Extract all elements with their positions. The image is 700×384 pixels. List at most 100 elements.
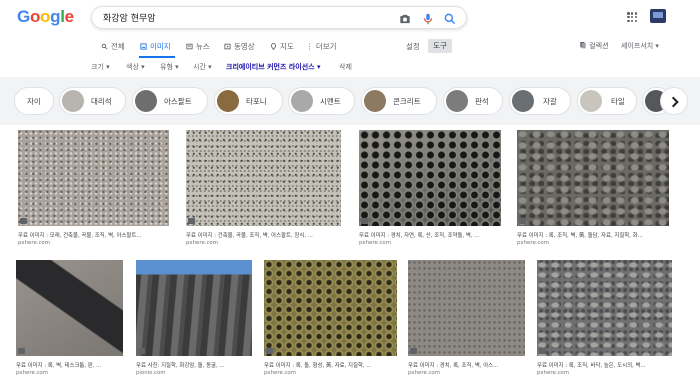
result-source[interactable]: pionio.com (136, 370, 166, 376)
result-source[interactable]: pxhere.com (537, 370, 569, 376)
chip-label: 판석 (475, 97, 489, 106)
tool-color[interactable]: 색상 ▾ (126, 62, 145, 72)
camera-icon[interactable] (398, 11, 412, 25)
result-title[interactable]: 무료 이미지 : 록, 조직, 바닥, 늪은, 도시의, 벽... (537, 361, 672, 369)
result-title[interactable]: 무료 이미지 : 록, 돌, 형성, 黃, 자료, 지질학, ... (264, 361, 397, 369)
result-thumbnail[interactable] (264, 260, 397, 356)
image-badge-icon (20, 218, 27, 224)
chip-item[interactable]: 시멘트 (288, 87, 355, 115)
result-thumbnail[interactable] (18, 130, 169, 226)
settings-button[interactable]: 설정 (406, 41, 420, 52)
google-logo[interactable]: Google (17, 7, 74, 27)
chip-thumbnail (291, 90, 313, 112)
image-badge-icon (266, 348, 273, 354)
search-icon[interactable] (443, 11, 457, 25)
logo-letter: o (40, 7, 51, 26)
result-thumbnail[interactable] (537, 260, 672, 356)
tab-more[interactable]: ⋮ 더보기 (306, 41, 337, 52)
result-source[interactable]: pxhere.com (359, 240, 391, 246)
image-badge-icon (138, 348, 145, 354)
result-thumbnail[interactable] (186, 130, 341, 226)
chips-next-button[interactable] (660, 87, 688, 115)
tab-maps[interactable]: 지도 (270, 41, 294, 52)
search-icon (101, 43, 108, 50)
result-source[interactable]: pxhere.com (517, 240, 549, 246)
image-result[interactable]: 무료 사진: 지질학, 화강암, 돌, 동굴, ... pionio.com (136, 260, 252, 378)
search-box[interactable]: 화강암 현무암 (91, 6, 467, 29)
tab-videos[interactable]: 동영상 (224, 41, 255, 52)
result-source[interactable]: pxhere.com (186, 240, 218, 246)
chip-thumbnail (364, 90, 386, 112)
image-icon (140, 43, 147, 50)
account-avatar-icon[interactable] (650, 9, 666, 23)
tab-maps-label: 지도 (280, 42, 294, 51)
chevron-right-icon (671, 96, 679, 108)
news-icon (186, 43, 193, 50)
chip-label: 대리석 (91, 97, 112, 106)
logo-letter: G (17, 7, 30, 26)
result-title[interactable]: 무료 이미지 : 록, 벽, 테스크톱, 판, ... (16, 361, 123, 369)
image-result[interactable]: 무료 이미지 : 경치, 록, 조직, 벽, 아스... pxhere.com (408, 260, 525, 378)
chip-item[interactable]: 자갈 (509, 87, 571, 115)
tool-size[interactable]: 크기 ▾ (91, 62, 110, 72)
tool-clear[interactable]: 삭제 (339, 62, 352, 72)
chip-item[interactable]: 타포니 (214, 87, 283, 115)
result-source[interactable]: pxhere.com (264, 370, 296, 376)
result-source[interactable]: pxhere.com (408, 370, 440, 376)
chip-thumbnail (62, 90, 84, 112)
image-result[interactable]: 무료 이미지 : 경치, 자연, 록, 산, 조직, 조약돌, 벽, ... p… (359, 130, 501, 248)
tools-bar: 크기 ▾ 색상 ▾ 유형 ▾ 시간 ▾ 크리에이티브 커먼즈 라이선스 ▾ 삭제 (0, 58, 700, 76)
tool-license[interactable]: 크리에이티브 커먼즈 라이선스 ▾ (226, 62, 321, 72)
image-result[interactable]: 무료 이미지 : 록, 조직, 벽, 黃, 돌담, 자료, 지질학, 화... … (517, 130, 669, 248)
tools-button[interactable]: 도구 (428, 39, 452, 53)
chip-item[interactable]: 아스팔트 (132, 87, 208, 115)
result-source[interactable]: pxhere.com (18, 240, 50, 246)
tab-images-label: 이미지 (150, 42, 171, 51)
image-badge-icon (188, 218, 195, 224)
chip-item[interactable]: 타일 (577, 87, 637, 115)
chip-item[interactable]: 판석 (443, 87, 503, 115)
video-icon (224, 43, 231, 50)
result-title[interactable]: 무료 이미지 : 경치, 록, 조직, 벽, 아스... (408, 361, 525, 369)
result-thumbnail[interactable] (517, 130, 669, 226)
logo-letter: e (64, 7, 74, 26)
image-result[interactable]: 무료 이미지 : 록, 벽, 테스크톱, 판, ... pxhere.com (16, 260, 123, 378)
mic-icon[interactable] (421, 11, 435, 25)
image-result[interactable]: 무료 이미지 : 록, 조직, 바닥, 늪은, 도시의, 벽... pxhere… (537, 260, 672, 378)
result-title[interactable]: 무료 이미지 : 경치, 자연, 록, 산, 조직, 조약돌, 벽, ... (359, 231, 501, 239)
result-thumbnail[interactable] (136, 260, 252, 356)
map-pin-icon (271, 43, 276, 50)
tab-news[interactable]: 뉴스 (186, 41, 210, 52)
tab-videos-label: 동영상 (234, 42, 255, 51)
header-bar: Google 화강암 현무암 (0, 0, 700, 36)
related-chips-bar: 자이 대리석 아스팔트 타포니 시멘트 콘크리트 판석 자갈 타일 (0, 77, 700, 125)
tool-time[interactable]: 시간 ▾ (193, 62, 212, 72)
image-result[interactable]: 무료 이미지 : 건축물, 곡물, 조직, 벽, 아스팔트, 장식, ... p… (186, 130, 341, 248)
result-source[interactable]: pxhere.com (16, 370, 48, 376)
image-badge-icon (539, 348, 546, 354)
chip-label: 시멘트 (320, 97, 341, 106)
apps-grid-icon[interactable] (627, 12, 638, 23)
image-badge-icon (18, 348, 25, 354)
image-result[interactable]: 무료 이미지 : 모래, 건축물, 곡물, 조직, 벽, 아스팔트... pxh… (18, 130, 169, 248)
chip-item[interactable]: 대리석 (59, 87, 126, 115)
result-title[interactable]: 무료 이미지 : 록, 조직, 벽, 黃, 돌담, 자료, 지질학, 화... (517, 231, 669, 239)
chip-item[interactable]: 콘크리트 (361, 87, 437, 115)
safesearch-dropdown[interactable]: 세이프서치 ▾ (621, 41, 659, 51)
logo-letter: g (50, 7, 61, 26)
tool-type[interactable]: 유형 ▾ (160, 62, 179, 72)
search-input[interactable]: 화강암 현무암 (103, 11, 156, 24)
result-title[interactable]: 무료 이미지 : 건축물, 곡물, 조직, 벽, 아스팔트, 장식, ... (186, 231, 341, 239)
tab-all-label: 전체 (111, 42, 125, 51)
tab-images[interactable]: 이미지 (140, 41, 171, 52)
result-thumbnail[interactable] (16, 260, 123, 356)
result-thumbnail[interactable] (359, 130, 501, 226)
collections-link[interactable]: 컬렉션 (579, 41, 609, 51)
image-badge-icon (519, 218, 526, 224)
result-title[interactable]: 무료 사진: 지질학, 화강암, 돌, 동굴, ... (136, 361, 252, 369)
tab-all[interactable]: 전체 (101, 41, 125, 52)
result-thumbnail[interactable] (408, 260, 525, 356)
image-result[interactable]: 무료 이미지 : 록, 돌, 형성, 黃, 자료, 지질학, ... pxher… (264, 260, 397, 378)
result-title[interactable]: 무료 이미지 : 모래, 건축물, 곡물, 조직, 벽, 아스팔트... (18, 231, 169, 239)
chip-item[interactable]: 자이 (14, 87, 54, 115)
